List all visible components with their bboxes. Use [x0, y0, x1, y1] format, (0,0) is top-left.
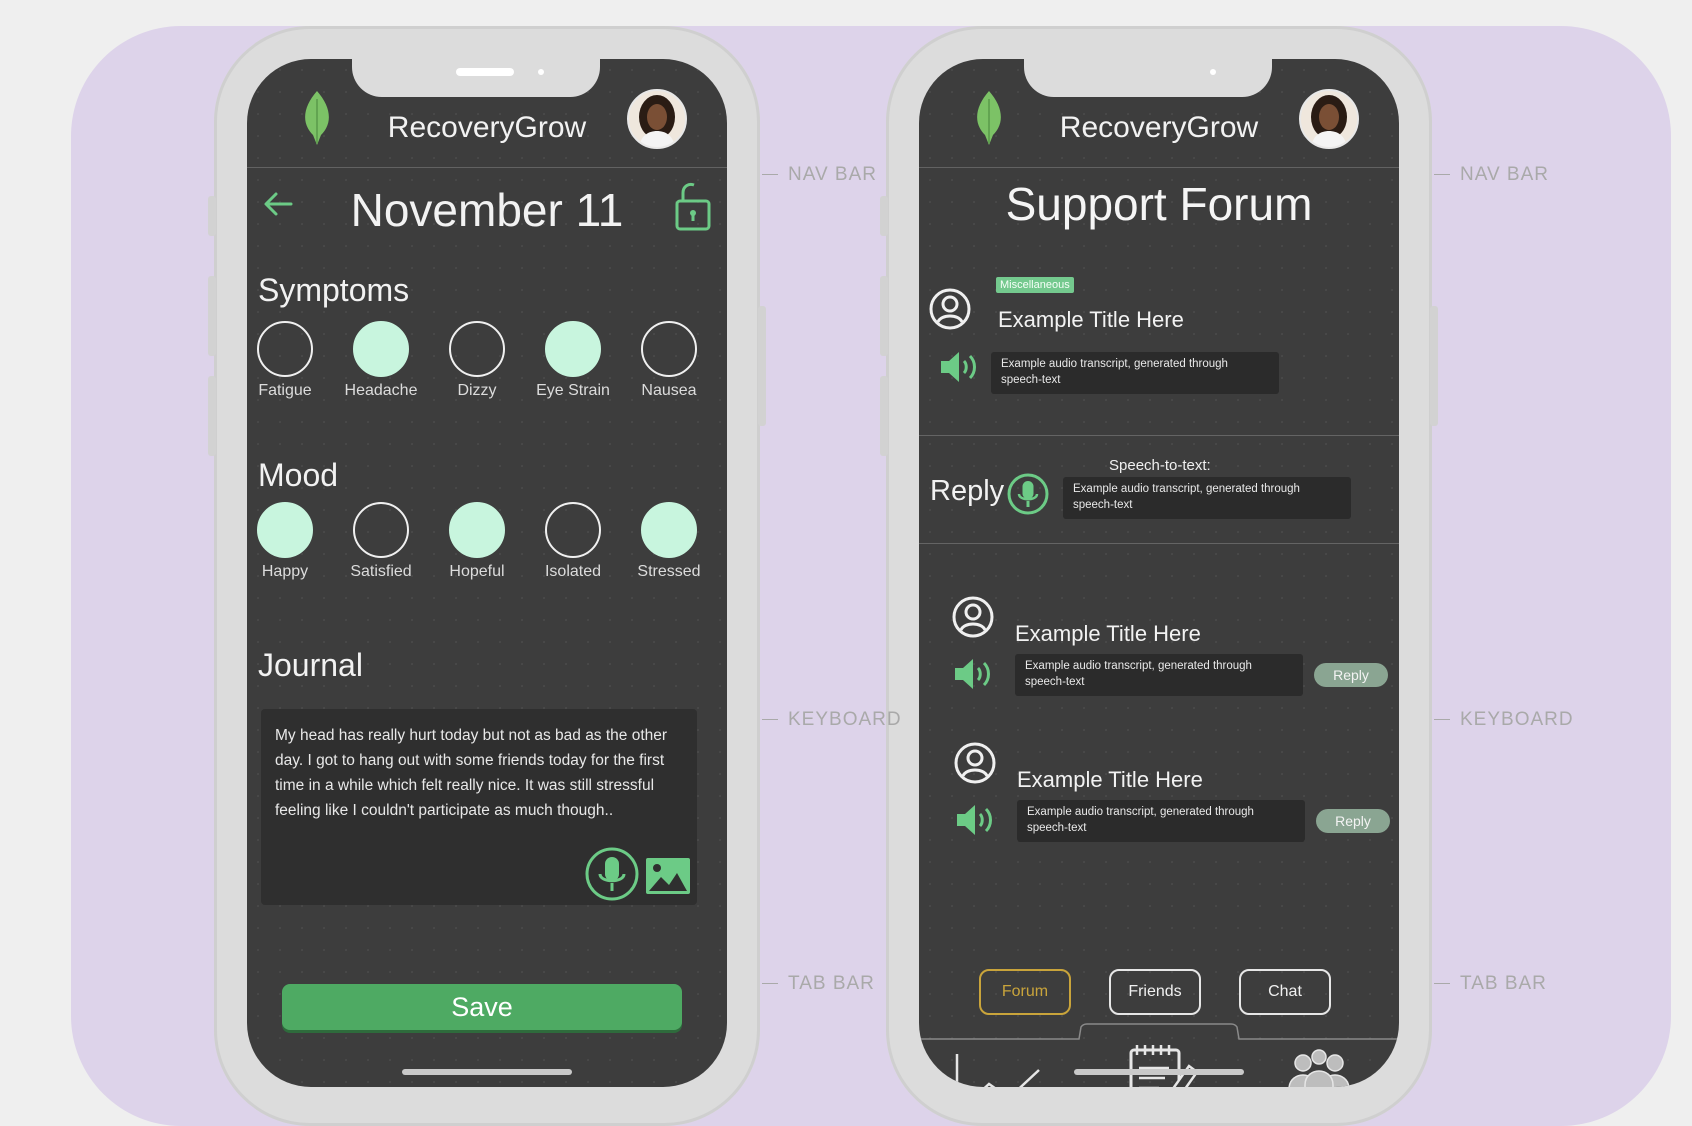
symptom-label: Nausea [641, 382, 697, 399]
mood-option[interactable]: Isolated [525, 502, 621, 581]
reply-transcript: Example audio transcript, generated thro… [1015, 654, 1303, 696]
line-chart-icon[interactable] [955, 1052, 1049, 1087]
mood-label: Hopeful [449, 563, 505, 580]
mood-label: Stressed [637, 563, 701, 580]
mood-option[interactable]: Satisfied [333, 502, 429, 581]
unlock-icon[interactable] [667, 181, 713, 233]
speaker-icon[interactable] [953, 656, 995, 692]
mic-icon[interactable] [1007, 473, 1049, 515]
side-button [208, 276, 216, 356]
divider [919, 543, 1399, 544]
journal-notepad-icon[interactable] [1127, 1042, 1201, 1087]
notch [1024, 59, 1272, 97]
nav-bar: RecoveryGrow [247, 59, 727, 168]
tab-forum[interactable]: Forum [979, 969, 1071, 1015]
tab-friends[interactable]: Friends [1109, 969, 1201, 1015]
journal-screen: RecoveryGrow November 11 Symptoms Fatigu… [247, 59, 727, 1087]
side-button [880, 276, 888, 356]
side-button [208, 376, 216, 456]
nav-bar: RecoveryGrow [919, 59, 1399, 168]
symptom-toggle[interactable] [353, 321, 409, 377]
symptom-label: Eye Strain [536, 382, 610, 399]
reply-title[interactable]: Example Title Here [1015, 621, 1201, 647]
annotation-nav-bar: NAV BAR [1434, 164, 1549, 186]
mood-option[interactable]: Stressed [621, 502, 717, 581]
annotation-nav-bar: NAV BAR [762, 164, 877, 186]
forum-screen: RecoveryGrow Support Forum Miscellaneous… [919, 59, 1399, 1087]
image-icon[interactable] [645, 857, 691, 895]
page-title: Support Forum [1005, 178, 1313, 230]
mood-label: Isolated [544, 563, 602, 580]
symptoms-title: Symptoms [258, 272, 410, 308]
symptom-toggle[interactable] [257, 321, 313, 377]
date-header: November 11 [247, 167, 727, 247]
group-people-icon[interactable] [1283, 1049, 1355, 1087]
mood-toggle[interactable] [449, 502, 505, 558]
speech-to-text-label: Speech-to-text: [1109, 457, 1211, 474]
user-icon[interactable] [928, 287, 972, 331]
speaker-icon[interactable] [939, 349, 981, 385]
journal-text[interactable]: My head has really hurt today but not as… [275, 723, 689, 823]
symptom-label: Fatigue [258, 382, 312, 399]
avatar[interactable] [627, 89, 687, 149]
symptom-option[interactable]: Dizzy [429, 321, 525, 400]
mood-toggle[interactable] [353, 502, 409, 558]
reply-label: Reply [930, 475, 1005, 507]
home-indicator [402, 1069, 572, 1075]
notch [352, 59, 600, 97]
reply-button[interactable]: Reply [1316, 809, 1390, 833]
symptom-option[interactable]: Eye Strain [525, 321, 621, 400]
phone-frame-journal: RecoveryGrow November 11 Symptoms Fatigu… [208, 26, 766, 1126]
journal-textarea[interactable]: My head has really hurt today but not as… [261, 709, 697, 905]
mic-icon[interactable] [585, 847, 639, 901]
journal-title: Journal [258, 647, 363, 683]
reply-transcript[interactable]: Example audio transcript, generated thro… [1063, 477, 1351, 519]
symptom-option[interactable]: Headache [333, 321, 429, 400]
avatar[interactable] [1299, 89, 1359, 149]
date-title: November 11 [350, 184, 624, 236]
phone-frame-forum: RecoveryGrow Support Forum Miscellaneous… [880, 26, 1438, 1126]
mood-title: Mood [258, 457, 339, 493]
speaker-icon[interactable] [955, 802, 997, 838]
user-icon[interactable] [951, 595, 995, 639]
symptom-toggle[interactable] [641, 321, 697, 377]
annotation-keyboard: KEYBOARD [762, 709, 902, 731]
save-button[interactable]: Save [282, 984, 682, 1030]
mood-option[interactable]: Happy [247, 502, 333, 581]
home-indicator [1074, 1069, 1244, 1075]
annotation-tab-bar: TAB BAR [1434, 973, 1547, 995]
symptom-label: Headache [344, 382, 418, 399]
mood-toggle[interactable] [545, 502, 601, 558]
symptom-toggle[interactable] [449, 321, 505, 377]
post-transcript: Example audio transcript, generated thro… [991, 352, 1279, 394]
post-title[interactable]: Example Title Here [998, 307, 1184, 333]
symptom-toggle[interactable] [545, 321, 601, 377]
mood-label: Satisfied [350, 563, 412, 580]
side-button [1430, 306, 1438, 426]
reply-button[interactable]: Reply [1314, 663, 1388, 687]
side-button [880, 376, 888, 456]
divider [919, 435, 1399, 436]
reply-transcript: Example audio transcript, generated thro… [1017, 800, 1305, 842]
symptom-option[interactable]: Nausea [621, 321, 717, 400]
side-button [880, 196, 888, 236]
tab-chat[interactable]: Chat [1239, 969, 1331, 1015]
symptom-label: Dizzy [457, 382, 497, 399]
symptom-option[interactable]: Fatigue [247, 321, 333, 400]
side-button [208, 196, 216, 236]
mood-toggle[interactable] [641, 502, 697, 558]
annotation-tab-bar: TAB BAR [762, 973, 875, 995]
side-button [758, 306, 766, 426]
reply-title[interactable]: Example Title Here [1017, 767, 1203, 793]
category-tag: Miscellaneous [996, 277, 1074, 293]
mood-toggle[interactable] [257, 502, 313, 558]
mood-label: Happy [261, 563, 309, 580]
annotation-keyboard: KEYBOARD [1434, 709, 1574, 731]
user-icon[interactable] [953, 741, 997, 785]
mood-option[interactable]: Hopeful [429, 502, 525, 581]
